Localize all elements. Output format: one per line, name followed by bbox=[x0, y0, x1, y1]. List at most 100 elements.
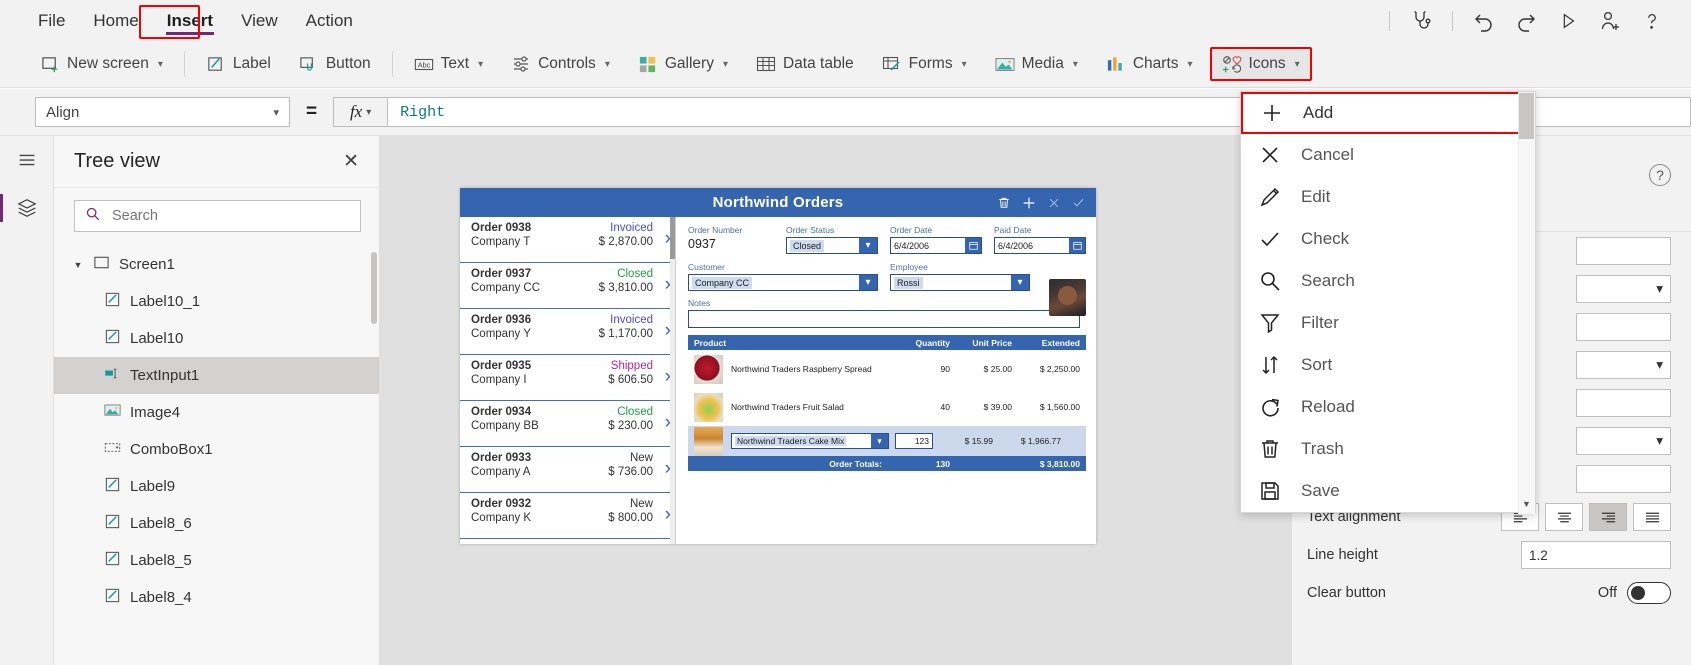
notes-input[interactable] bbox=[688, 310, 1080, 328]
gallery-row[interactable]: Order 0937 Closed Company CC $ 3,810.00 › bbox=[460, 263, 675, 309]
ribbon-controls-button[interactable]: Controls ▾ bbox=[500, 47, 621, 81]
flyout-item-cancel[interactable]: Cancel bbox=[1241, 134, 1535, 176]
ribbon-text-button[interactable]: Abc Text ▾ bbox=[403, 47, 494, 81]
ribbon-label-button[interactable]: Label bbox=[195, 47, 282, 81]
tree-node-label10-1[interactable]: Label10_1 bbox=[54, 283, 379, 320]
flyout-item-save[interactable]: Save bbox=[1241, 470, 1535, 512]
flyout-scroll-thumb[interactable] bbox=[1519, 93, 1534, 139]
trash-icon[interactable] bbox=[997, 196, 1011, 210]
gallery-row[interactable]: Order 0934 Closed Company BB $ 230.00 › bbox=[460, 401, 675, 447]
menu-item-view[interactable]: View bbox=[227, 0, 292, 41]
gallery-row[interactable]: Order 0935 Shipped Company I $ 606.50 › bbox=[460, 355, 675, 401]
property-selector-value: Align bbox=[46, 103, 80, 121]
customer-dropdown[interactable]: Company CC ▾ bbox=[688, 274, 878, 291]
tree-view-rail-icon[interactable] bbox=[0, 184, 54, 232]
paid-date-field[interactable]: 6/4/2006 bbox=[994, 237, 1086, 254]
tree-node-textinput1[interactable]: TextInput1 bbox=[54, 357, 379, 394]
tree-node-label8-5[interactable]: Label8_5 bbox=[54, 542, 379, 579]
flyout-item-edit[interactable]: Edit bbox=[1241, 176, 1535, 218]
flyout-item-filter[interactable]: Filter bbox=[1241, 302, 1535, 344]
align-justify-button[interactable] bbox=[1633, 503, 1671, 531]
ribbon-gallery-button[interactable]: Gallery ▾ bbox=[627, 47, 739, 81]
product-quantity-input[interactable]: 123 bbox=[895, 433, 933, 449]
font-style-input[interactable] bbox=[1576, 465, 1671, 493]
play-preview-icon[interactable] bbox=[1549, 2, 1587, 40]
share-add-user-icon[interactable] bbox=[1591, 2, 1629, 40]
employee-dropdown[interactable]: Rossi ▾ bbox=[890, 274, 1030, 291]
fx-button[interactable]: fx ▾ bbox=[333, 97, 389, 127]
gallery-scrollbar[interactable] bbox=[670, 217, 675, 259]
chevron-down-icon[interactable]: ▾ bbox=[859, 238, 877, 253]
help-icon[interactable] bbox=[1633, 2, 1671, 40]
tree-node-combobox1[interactable]: ComboBox1 bbox=[54, 431, 379, 468]
align-right-button[interactable] bbox=[1589, 503, 1627, 531]
property-selector[interactable]: Align ▾ bbox=[35, 97, 290, 127]
gallery-row[interactable]: Order 0936 Invoiced Company Y $ 1,170.00 › bbox=[460, 309, 675, 355]
tree-search-box[interactable] bbox=[74, 200, 361, 232]
order-date-field[interactable]: 6/4/2006 bbox=[890, 237, 982, 254]
flyout-scroll-track[interactable]: ▼ bbox=[1518, 92, 1535, 514]
gallery-row[interactable]: Order 0933 New Company A $ 736.00 › bbox=[460, 447, 675, 493]
table-row-editing[interactable]: Northwind Traders Cake Mix ▾ 123 $ 15.99… bbox=[688, 426, 1086, 456]
tree-node-label8-4[interactable]: Label8_4 bbox=[54, 579, 379, 616]
font-select[interactable]: ▾ bbox=[1576, 351, 1671, 379]
default-input[interactable] bbox=[1576, 237, 1671, 265]
scroll-down-arrow-icon[interactable]: ▼ bbox=[1519, 496, 1534, 512]
cancel-icon[interactable] bbox=[1047, 196, 1061, 210]
ribbon-forms-button[interactable]: Forms ▾ bbox=[871, 47, 978, 81]
flyout-item-check[interactable]: Check bbox=[1241, 218, 1535, 260]
expand-triangle-icon[interactable]: ▼ bbox=[72, 260, 84, 270]
property-label: Clear button bbox=[1307, 585, 1386, 601]
redo-icon[interactable] bbox=[1507, 2, 1545, 40]
app-checker-icon[interactable] bbox=[1402, 2, 1440, 40]
tree-scrollbar[interactable] bbox=[371, 252, 377, 324]
table-row[interactable]: Northwind Traders Fruit Salad 40 $ 39.00… bbox=[688, 388, 1086, 426]
calendar-icon[interactable] bbox=[1069, 238, 1085, 253]
tree-node-label10[interactable]: Label10 bbox=[54, 320, 379, 357]
menu-item-file[interactable]: File bbox=[24, 0, 79, 41]
undo-icon[interactable] bbox=[1465, 2, 1503, 40]
tree-node-label8-6[interactable]: Label8_6 bbox=[54, 505, 379, 542]
hint-text-input[interactable] bbox=[1576, 313, 1671, 341]
menu-item-home[interactable]: Home bbox=[79, 0, 152, 41]
floppy-disk-icon bbox=[1257, 478, 1283, 504]
chevron-down-icon[interactable]: ▾ bbox=[1011, 275, 1029, 290]
format-select[interactable]: ▾ bbox=[1576, 275, 1671, 303]
ribbon-data-table-button[interactable]: Data table bbox=[745, 47, 865, 81]
align-center-button[interactable] bbox=[1545, 503, 1583, 531]
flyout-item-reload[interactable]: Reload bbox=[1241, 386, 1535, 428]
chevron-down-icon[interactable]: ▾ bbox=[859, 275, 877, 290]
search-input[interactable] bbox=[110, 207, 350, 225]
check-icon[interactable] bbox=[1071, 195, 1086, 210]
ribbon-new-screen-button[interactable]: New screen ▾ bbox=[29, 47, 174, 81]
table-row[interactable]: Northwind Traders Raspberry Spread 90 $ … bbox=[688, 350, 1086, 388]
order-status-dropdown[interactable]: Closed ▾ bbox=[786, 237, 878, 254]
calendar-icon[interactable] bbox=[965, 238, 981, 253]
product-dropdown[interactable]: Northwind Traders Cake Mix ▾ bbox=[731, 433, 889, 449]
flyout-item-label: Edit bbox=[1301, 187, 1331, 206]
ribbon-media-button[interactable]: Media ▾ bbox=[984, 47, 1089, 81]
hamburger-menu-icon[interactable] bbox=[0, 136, 54, 184]
flyout-item-search[interactable]: Search bbox=[1241, 260, 1535, 302]
gallery-row[interactable]: Order 0932 New Company K $ 800.00 › bbox=[460, 493, 675, 539]
ribbon-charts-button[interactable]: Charts ▾ bbox=[1095, 47, 1204, 81]
tree-node-screen1[interactable]: ▼ Screen1 bbox=[54, 246, 379, 283]
menu-item-action[interactable]: Action bbox=[292, 0, 367, 41]
gallery-row[interactable]: Order 0938 Invoiced Company T $ 2,870.00 › bbox=[460, 217, 675, 263]
tree-node-image4[interactable]: Image4 bbox=[54, 394, 379, 431]
ribbon-button-button[interactable]: Button bbox=[288, 47, 382, 81]
font-size-input[interactable] bbox=[1576, 389, 1671, 417]
flyout-item-add[interactable]: Add bbox=[1241, 92, 1535, 134]
flyout-item-sort[interactable]: Sort bbox=[1241, 344, 1535, 386]
flyout-item-trash[interactable]: Trash bbox=[1241, 428, 1535, 470]
ribbon-icons-button[interactable]: Icons ▾ bbox=[1209, 47, 1312, 81]
menu-item-insert[interactable]: Insert bbox=[153, 0, 227, 41]
font-weight-select[interactable]: ▾ bbox=[1576, 427, 1671, 455]
help-icon[interactable]: ? bbox=[1649, 164, 1671, 186]
chevron-down-icon[interactable]: ▾ bbox=[871, 434, 888, 448]
clear-button-toggle[interactable] bbox=[1627, 582, 1671, 604]
tree-node-label9[interactable]: Label9 bbox=[54, 468, 379, 505]
close-icon[interactable]: ✕ bbox=[337, 148, 365, 175]
line-height-input[interactable]: 1.2 bbox=[1521, 541, 1671, 569]
add-icon[interactable] bbox=[1021, 195, 1037, 211]
